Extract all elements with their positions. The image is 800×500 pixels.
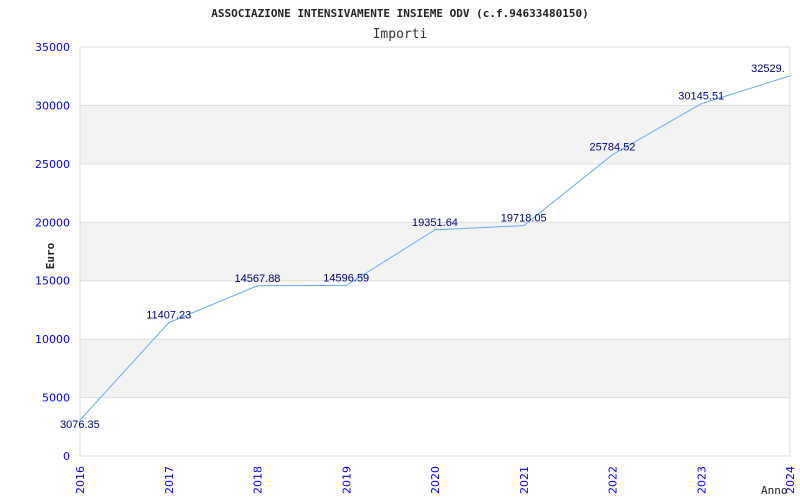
x-tick-label: 2023 bbox=[695, 466, 708, 494]
grid-band bbox=[80, 339, 790, 398]
line-chart: ASSOCIAZIONE INTENSIVAMENTE INSIEME ODV … bbox=[35, 7, 797, 497]
data-point bbox=[789, 75, 791, 77]
x-tick-label: 2016 bbox=[74, 466, 87, 494]
chart-subtitle: Importi bbox=[373, 27, 428, 42]
data-label: 11407.23 bbox=[146, 310, 191, 322]
data-label: 19351.64 bbox=[412, 217, 458, 229]
x-tick-label: 2021 bbox=[518, 466, 531, 494]
x-tick-label: 2020 bbox=[429, 466, 442, 494]
data-label: 25784.52 bbox=[590, 142, 636, 154]
y-tick-label: 30000 bbox=[35, 99, 70, 112]
y-tick-label: 0 bbox=[63, 450, 70, 463]
y-axis-label: Euro bbox=[44, 242, 57, 269]
grid-band bbox=[80, 222, 790, 281]
data-point bbox=[612, 154, 613, 156]
y-tick-label: 5000 bbox=[42, 392, 70, 405]
data-point bbox=[345, 284, 347, 286]
y-tick-label: 15000 bbox=[35, 275, 70, 288]
data-point bbox=[168, 322, 170, 324]
data-label: 14567.88 bbox=[235, 273, 281, 285]
data-point bbox=[434, 229, 436, 231]
y-tick-label: 20000 bbox=[35, 216, 70, 229]
y-tick-label: 35000 bbox=[35, 41, 70, 54]
data-label: 30145.51 bbox=[678, 91, 724, 103]
data-label: 3076.35 bbox=[60, 419, 100, 431]
data-label: 19718.05 bbox=[501, 213, 547, 225]
data-label: 14596.59 bbox=[323, 272, 369, 284]
y-tick-label: 10000 bbox=[35, 333, 70, 346]
data-label: 32529. bbox=[751, 63, 785, 75]
x-tick-label: 2017 bbox=[163, 466, 176, 494]
x-tick-label: 2019 bbox=[340, 466, 353, 494]
chart-title: ASSOCIAZIONE INTENSIVAMENTE INSIEME ODV … bbox=[211, 7, 589, 20]
x-tick-label: 2022 bbox=[607, 466, 620, 494]
y-tick-label: 25000 bbox=[35, 158, 70, 171]
data-point bbox=[700, 103, 702, 105]
x-axis-label: Anno bbox=[761, 484, 788, 497]
data-point bbox=[257, 285, 258, 287]
x-tick-label: 2018 bbox=[252, 466, 265, 494]
data-point bbox=[523, 225, 525, 227]
